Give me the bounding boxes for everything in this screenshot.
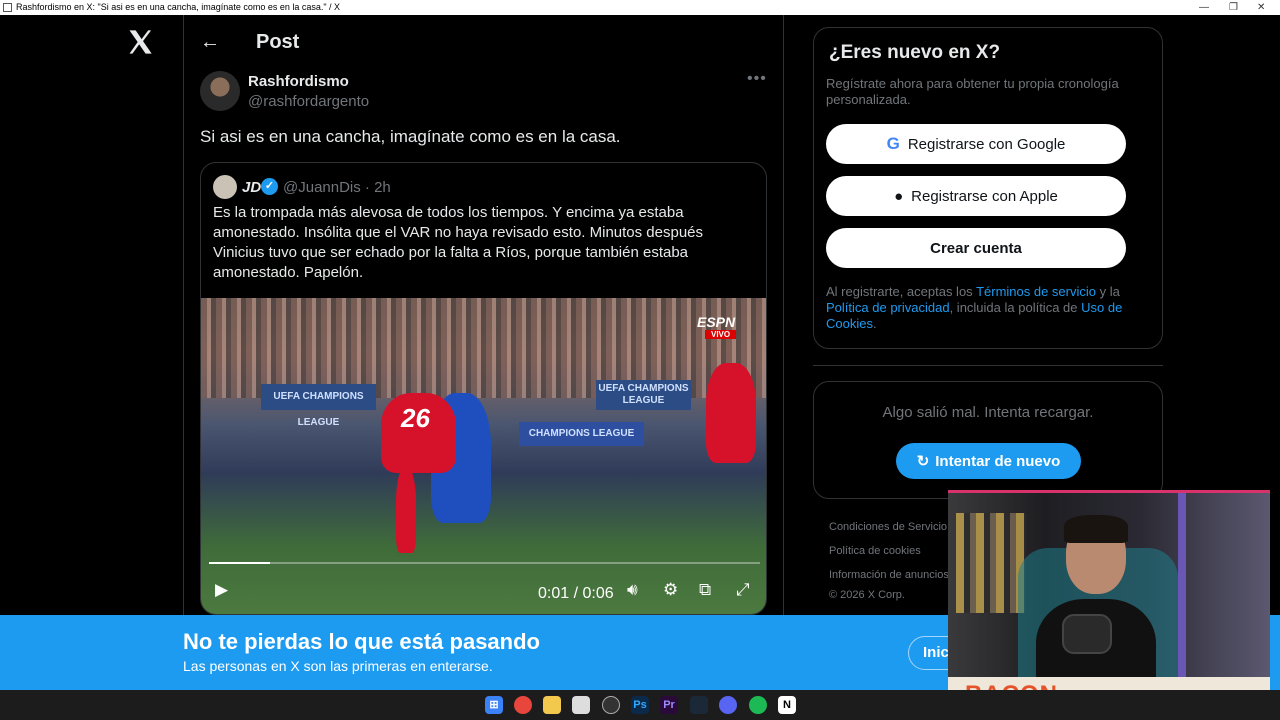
player-figure: [706, 363, 756, 463]
photoshop-icon[interactable]: Ps: [631, 696, 649, 714]
chrome-icon[interactable]: [514, 696, 532, 714]
privacy-link[interactable]: Política de privacidad: [826, 300, 950, 315]
live-badge: VIVO: [705, 330, 737, 339]
create-account-label: Crear cuenta: [930, 239, 1022, 257]
picture-in-picture-icon[interactable]: ⧉: [699, 580, 711, 600]
sidebar-divider: [813, 365, 1163, 366]
ad-board: UEFA CHAMPIONS LEAGUE: [261, 384, 376, 428]
ad-board: UEFA CHAMPIONS LEAGUE: [596, 380, 691, 410]
quote-author-name: JD: [242, 179, 262, 196]
notion-icon[interactable]: N: [778, 696, 796, 714]
more-options-icon[interactable]: •••: [747, 70, 767, 88]
footer-ads-link[interactable]: Información de anuncios: [829, 569, 949, 581]
quote-avatar: [213, 175, 237, 199]
author-name[interactable]: Rashfordismo: [248, 73, 349, 90]
maximize-icon[interactable]: ❐: [1229, 0, 1238, 15]
app-icon[interactable]: [572, 696, 590, 714]
apple-icon: ●: [894, 187, 904, 205]
webcam-clothes-rack: [956, 513, 1026, 613]
post-text: Si asi es en una cancha, imagínate como …: [200, 127, 621, 146]
espn-logo: ESPN: [697, 314, 736, 330]
webcam-person-hair: [1064, 515, 1128, 543]
signup-description: Regístrate ahora para obtener tu propia …: [826, 76, 1119, 107]
google-signup-button[interactable]: G Registrarse con Google: [826, 124, 1126, 164]
play-icon[interactable]: ▶: [215, 580, 228, 600]
google-signup-label: Registrarse con Google: [907, 135, 1066, 153]
banner-subtitle: Las personas en X son las primeras en en…: [183, 658, 493, 674]
footer-terms-link[interactable]: Condiciones de Servicio: [829, 521, 947, 533]
legal-text-part: Al registrarte, aceptas los: [826, 284, 977, 299]
video-progress-fill: [209, 562, 270, 564]
spotify-icon[interactable]: [749, 696, 767, 714]
player-figure: [396, 468, 416, 553]
legal-text-part: y la: [1096, 284, 1120, 299]
legal-text: Al registrarte, aceptas los Términos de …: [826, 284, 1146, 332]
create-account-button[interactable]: Crear cuenta: [826, 228, 1126, 268]
verified-badge-icon: ✓: [261, 178, 278, 195]
ad-board: CHAMPIONS LEAGUE: [519, 422, 644, 446]
quoted-post[interactable]: JD ✓ @JuannDis · 2h Es la trompada más a…: [200, 162, 767, 615]
legal-text-part: .: [872, 316, 877, 331]
banner-title: No te pierdas lo que está pasando: [183, 629, 540, 654]
page-title: Post: [256, 30, 300, 53]
error-message: Algo salió mal. Intenta recargar.: [882, 404, 1094, 421]
retry-label: Intentar de nuevo: [935, 452, 1061, 470]
footer-cookies-link[interactable]: Política de cookies: [829, 545, 921, 557]
windows-start-icon[interactable]: ⊞: [485, 696, 503, 714]
video-time: 0:01 / 0:06: [538, 585, 614, 602]
close-icon[interactable]: ✕: [1257, 0, 1265, 15]
column-divider: [183, 15, 184, 615]
steam-icon[interactable]: [690, 696, 708, 714]
post-header: ← Post: [200, 28, 299, 56]
google-icon: G: [886, 134, 900, 153]
back-arrow-icon[interactable]: ←: [200, 31, 220, 54]
signup-title: ¿Eres nuevo en X?: [829, 42, 1001, 63]
footer-copyright: © 2026 X Corp.: [829, 589, 905, 601]
video-progress-bar[interactable]: [209, 562, 760, 564]
fullscreen-icon[interactable]: ⤢: [736, 580, 750, 600]
minimize-icon[interactable]: —: [1199, 0, 1209, 15]
quote-text: Es la trompada más alevosa de todos los …: [213, 204, 704, 281]
apple-signup-button[interactable]: ● Registrarse con Apple: [826, 176, 1126, 216]
obs-icon[interactable]: [602, 696, 620, 714]
terms-link[interactable]: Términos de servicio: [976, 284, 1096, 299]
refresh-icon: ↻: [916, 453, 930, 470]
window-title: Rashfordismo en X: "Si asi es en una can…: [16, 2, 341, 12]
volume-icon[interactable]: 🔊︎: [627, 580, 638, 600]
legal-text-part: , incluida la política de: [949, 300, 1082, 315]
retry-button[interactable]: ↻ Intentar de nuevo: [896, 443, 1081, 479]
quote-author-handle: @JuannDis · 2h: [283, 179, 391, 196]
avatar[interactable]: [200, 71, 240, 111]
video-player[interactable]: UEFA CHAMPIONS LEAGUE UEFA CHAMPIONS LEA…: [201, 298, 766, 614]
column-divider: [783, 15, 784, 615]
browser-icon: [3, 3, 12, 12]
error-card: [813, 381, 1163, 499]
jersey-number: 26: [401, 403, 430, 433]
file-explorer-icon[interactable]: [543, 696, 561, 714]
x-logo-icon[interactable]: [126, 28, 154, 56]
microphone-icon: [1062, 614, 1112, 654]
author-handle[interactable]: @rashfordargento: [248, 93, 369, 110]
discord-icon[interactable]: [719, 696, 737, 714]
premiere-icon[interactable]: Pr: [660, 696, 678, 714]
window-titlebar: Rashfordismo en X: "Si asi es en una can…: [0, 0, 1280, 15]
settings-gear-icon[interactable]: ⚙: [663, 580, 678, 600]
apple-signup-label: Registrarse con Apple: [911, 187, 1058, 205]
